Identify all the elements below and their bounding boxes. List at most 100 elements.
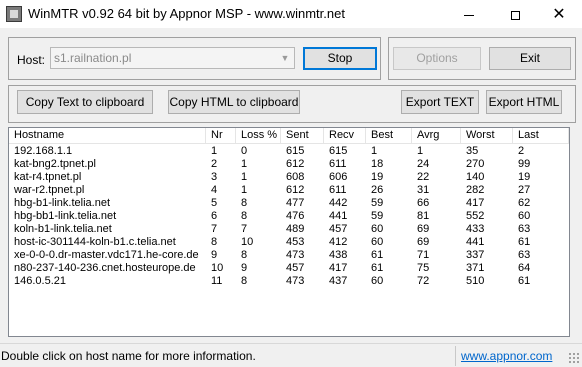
close-icon: ✕: [552, 6, 566, 23]
cell-avrg: 75: [417, 262, 430, 274]
table-row[interactable]: kat-r4.tpnet.pl 3 1 608 606 19 22 140 19: [9, 171, 569, 184]
cell-avrg: 69: [417, 223, 430, 235]
column-header-recv[interactable]: Recv: [324, 128, 366, 143]
column-header-hostname[interactable]: Hostname: [9, 128, 206, 143]
export-html-button[interactable]: Export HTML: [486, 90, 562, 114]
table-header: Hostname Nr Loss % Sent Recv Best Avrg W…: [9, 128, 569, 144]
cell-loss: 1: [241, 171, 248, 183]
status-bar: Double click on host name for more infor…: [0, 343, 582, 367]
cell-loss: 1: [241, 184, 248, 196]
cell-recv: 442: [329, 197, 348, 209]
cell-sent: 612: [286, 184, 305, 196]
cell-avrg: 24: [417, 158, 430, 170]
cell-avrg: 31: [417, 184, 430, 196]
column-header-nr[interactable]: Nr: [206, 128, 236, 143]
results-table[interactable]: Hostname Nr Loss % Sent Recv Best Avrg W…: [8, 127, 570, 337]
column-header-sent[interactable]: Sent: [281, 128, 324, 143]
stop-button[interactable]: Stop: [303, 47, 377, 70]
cell-worst: 371: [466, 262, 485, 274]
cell-best: 61: [371, 249, 384, 261]
cell-worst: 417: [466, 197, 485, 209]
cell-nr: 9: [211, 249, 218, 261]
cell-hostname: xe-0-0-0.dr-master.vdc171.he-core.de: [14, 249, 199, 261]
host-input[interactable]: [51, 48, 275, 68]
table-row[interactable]: kat-bng2.tpnet.pl 2 1 612 611 18 24 270 99: [9, 158, 569, 171]
table-row[interactable]: host-ic-301144-koln-b1.c.telia.net 8 10 453…: [9, 236, 569, 249]
cell-worst: 35: [466, 145, 479, 157]
cell-avrg: 66: [417, 197, 430, 209]
cell-best: 61: [371, 262, 384, 274]
cell-nr: 10: [211, 262, 224, 274]
table-row[interactable]: 192.168.1.1 1 0 615 615 1 1 35 2: [9, 145, 569, 158]
cell-loss: 1: [241, 158, 248, 170]
maximize-icon: [510, 10, 520, 20]
cell-last: 64: [518, 262, 531, 274]
cell-recv: 441: [329, 210, 348, 222]
host-combobox[interactable]: ▼: [50, 47, 295, 69]
cell-nr: 5: [211, 197, 218, 209]
title-bar: WinMTR v0.92 64 bit by Appnor MSP - www.…: [0, 0, 582, 28]
table-row[interactable]: hbg-b1-link.telia.net 5 8 477 442 59 66 417 62: [9, 197, 569, 210]
options-button[interactable]: Options: [393, 47, 481, 70]
appnor-link[interactable]: www.appnor.com: [461, 349, 552, 363]
cell-worst: 337: [466, 249, 485, 261]
cell-hostname: hbg-b1-link.telia.net: [14, 197, 111, 209]
cell-avrg: 81: [417, 210, 430, 222]
cell-sent: 473: [286, 249, 305, 261]
cell-hostname: kat-bng2.tpnet.pl: [14, 158, 96, 170]
cell-best: 1: [371, 145, 378, 157]
column-header-best[interactable]: Best: [366, 128, 412, 143]
cell-best: 19: [371, 171, 384, 183]
cell-hostname: hbg-bb1-link.telia.net: [14, 210, 117, 222]
chevron-down-icon[interactable]: ▼: [276, 48, 294, 68]
column-header-loss[interactable]: Loss %: [236, 128, 281, 143]
cell-nr: 1: [211, 145, 218, 157]
cell-nr: 8: [211, 236, 218, 248]
cell-loss: 0: [241, 145, 248, 157]
cell-worst: 552: [466, 210, 485, 222]
table-row[interactable]: n80-237-140-236.cnet.hosteurope.de 10 9 457…: [9, 262, 569, 275]
cell-best: 60: [371, 223, 384, 235]
cell-avrg: 69: [417, 236, 430, 248]
cell-recv: 437: [329, 275, 348, 287]
export-text-button[interactable]: Export TEXT: [401, 90, 479, 114]
cell-hostname: koln-b1-link.telia.net: [14, 223, 112, 235]
cell-best: 60: [371, 236, 384, 248]
column-header-last[interactable]: Last: [513, 128, 569, 143]
cell-loss: 8: [241, 210, 248, 222]
maximize-button[interactable]: [492, 0, 538, 28]
cell-sent: 489: [286, 223, 305, 235]
copy-html-button[interactable]: Copy HTML to clipboard: [168, 90, 300, 114]
minimize-button[interactable]: [446, 0, 492, 28]
cell-worst: 510: [466, 275, 485, 287]
cell-recv: 457: [329, 223, 348, 235]
cell-recv: 611: [329, 184, 347, 196]
cell-avrg: 1: [417, 145, 424, 157]
close-button[interactable]: ✕: [536, 0, 582, 28]
table-row[interactable]: hbg-bb1-link.telia.net 6 8 476 441 59 81 552 60: [9, 210, 569, 223]
table-row[interactable]: war-r2.tpnet.pl 4 1 612 611 26 31 282 27: [9, 184, 569, 197]
cell-sent: 457: [286, 262, 305, 274]
column-header-avrg[interactable]: Avrg: [412, 128, 461, 143]
cell-hostname: n80-237-140-236.cnet.hosteurope.de: [14, 262, 196, 274]
resize-grip-icon[interactable]: [568, 352, 580, 364]
cell-recv: 615: [329, 145, 348, 157]
cell-nr: 7: [211, 223, 218, 235]
exit-button[interactable]: Exit: [489, 47, 571, 70]
table-row[interactable]: 146.0.5.21 11 8 473 437 60 72 510 61: [9, 275, 569, 288]
app-icon: [6, 6, 22, 22]
table-row[interactable]: xe-0-0-0.dr-master.vdc171.he-core.de 9 8 47…: [9, 249, 569, 262]
cell-sent: 473: [286, 275, 305, 287]
cell-worst: 441: [466, 236, 485, 248]
cell-last: 63: [518, 223, 531, 235]
cell-best: 60: [371, 275, 384, 287]
column-header-worst[interactable]: Worst: [461, 128, 513, 143]
copy-text-button[interactable]: Copy Text to clipboard: [17, 90, 153, 114]
cell-last: 27: [518, 184, 531, 196]
cell-loss: 8: [241, 249, 248, 261]
cell-last: 99: [518, 158, 531, 170]
status-divider: [455, 346, 456, 366]
cell-recv: 412: [329, 236, 348, 248]
table-row[interactable]: koln-b1-link.telia.net 7 7 489 457 60 69 433 63: [9, 223, 569, 236]
cell-sent: 608: [286, 171, 305, 183]
